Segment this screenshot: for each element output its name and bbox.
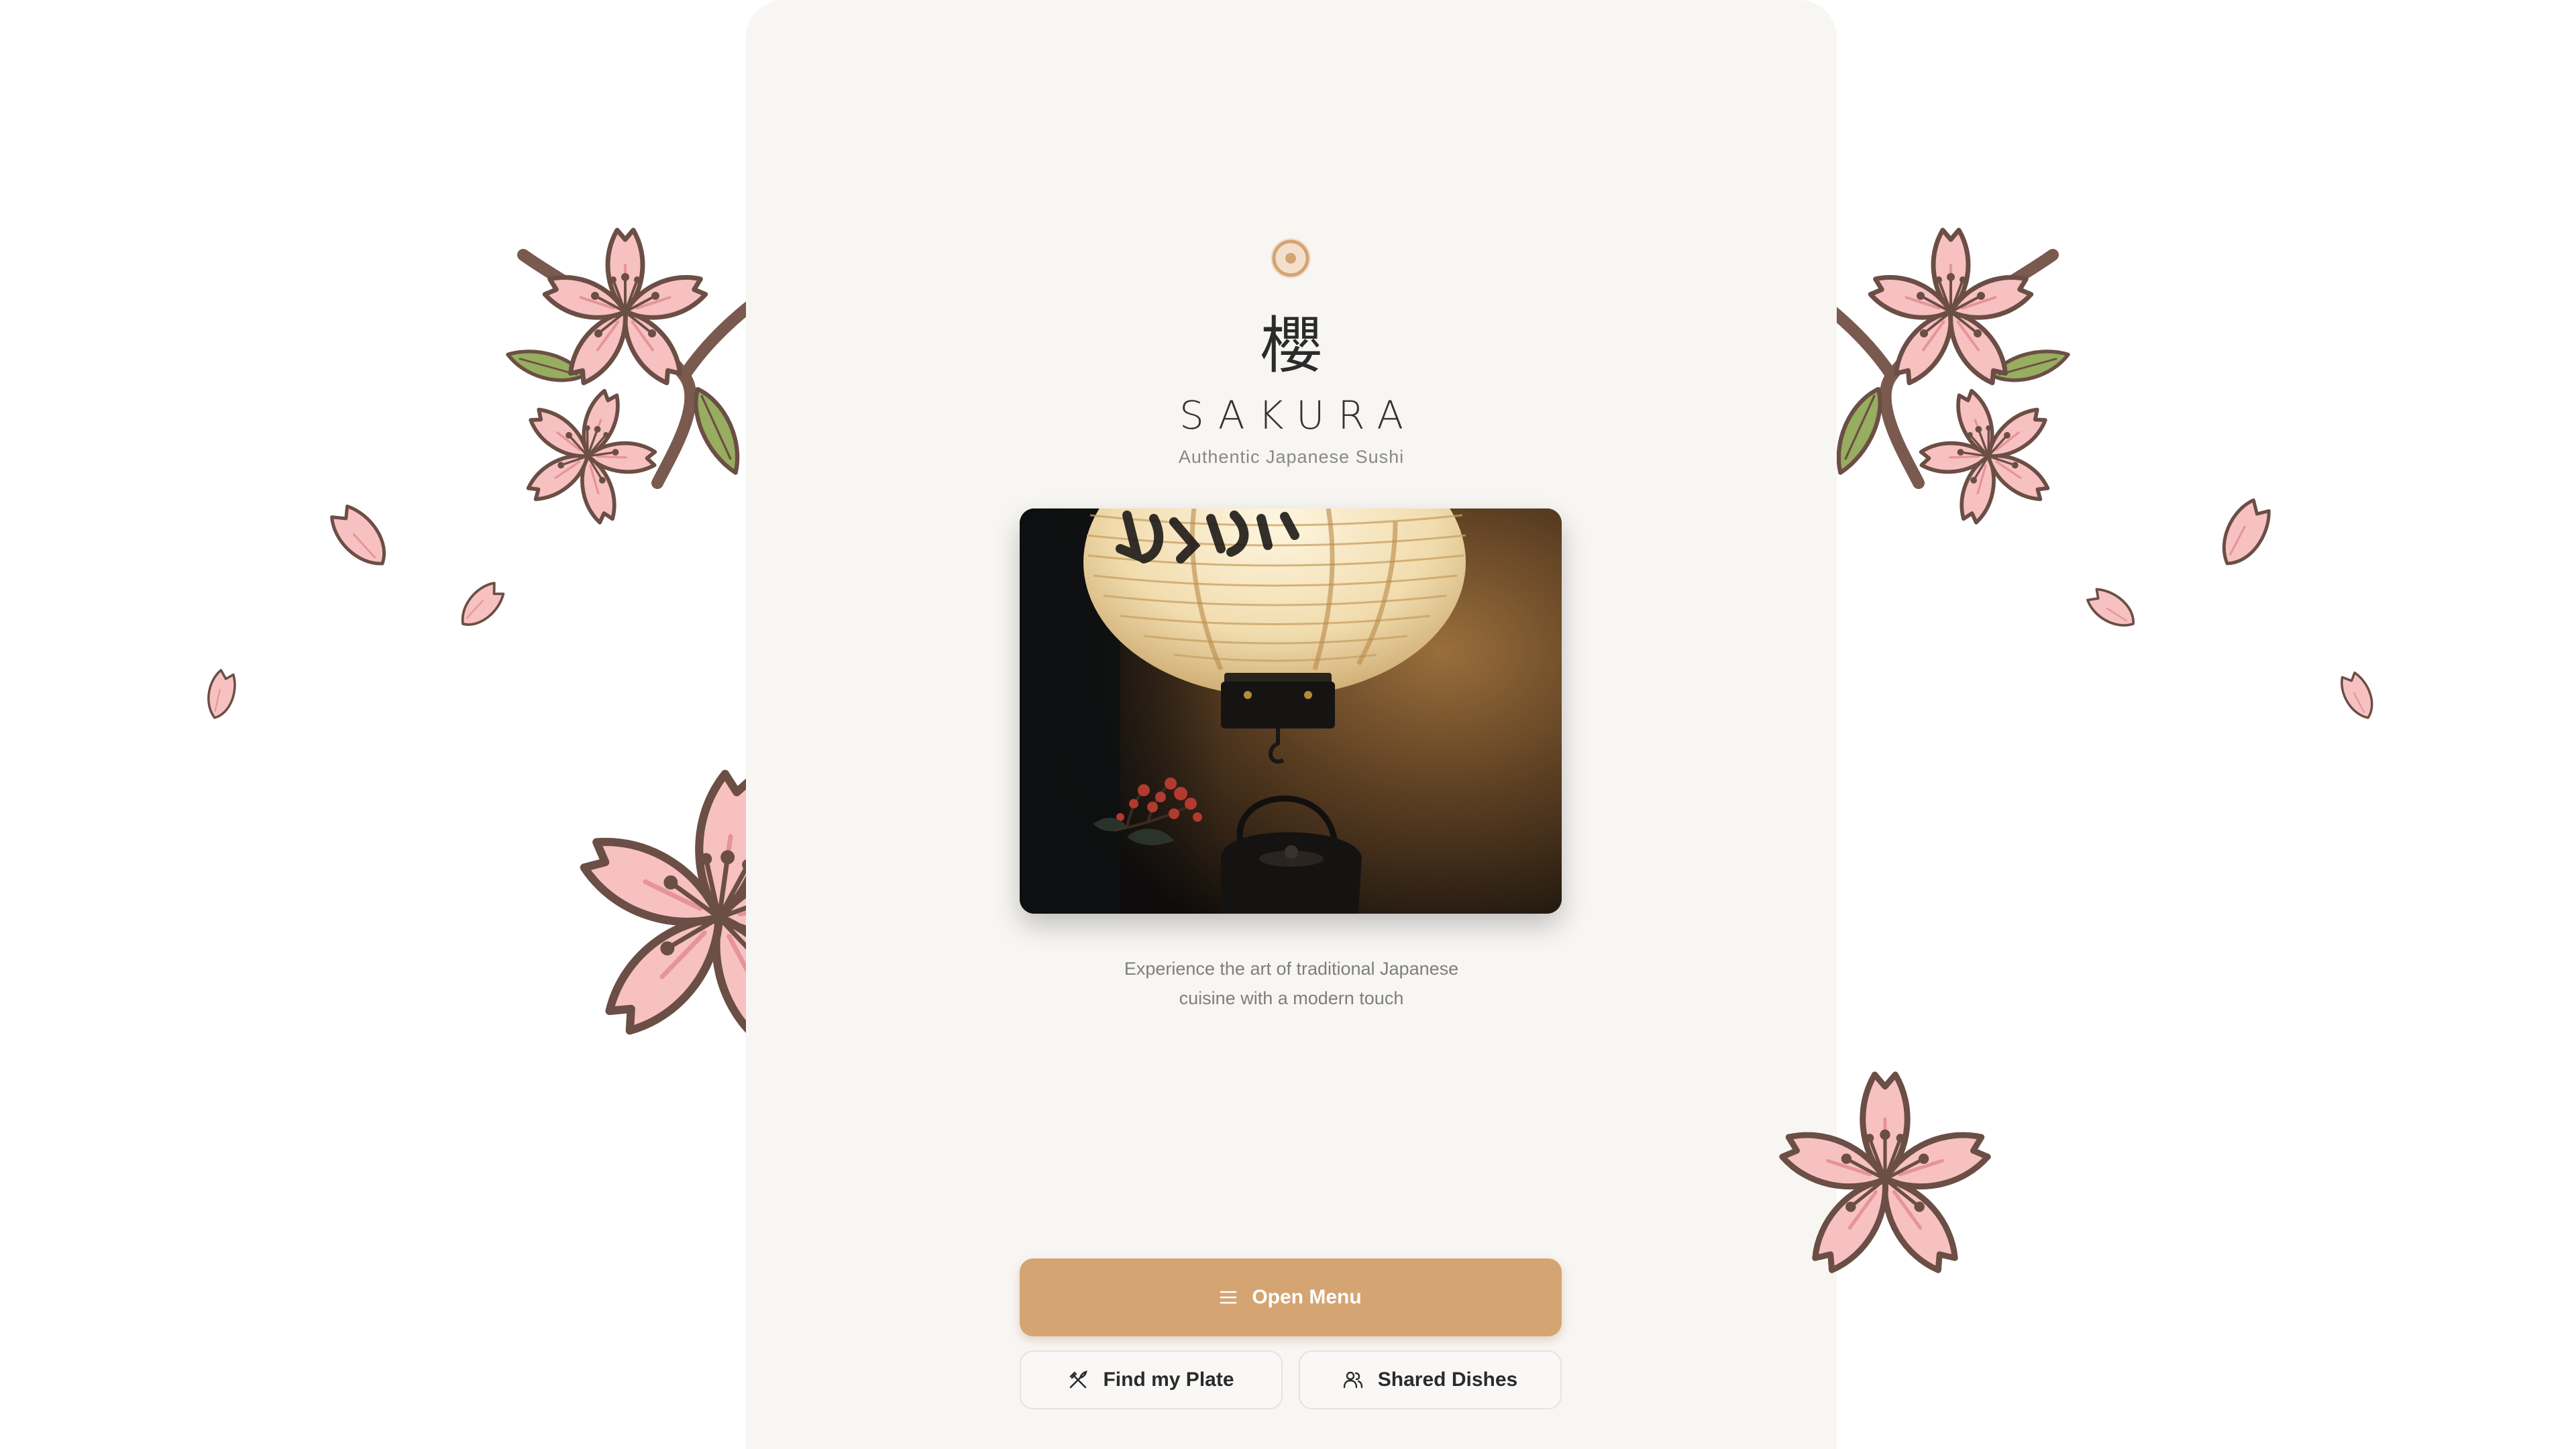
find-my-plate-label: Find my Plate	[1103, 1368, 1234, 1391]
menu-lines-icon	[1220, 1290, 1237, 1305]
welcome-card: 櫻 SAKURA Authentic Japanese Sushi Experi…	[746, 0, 1837, 1449]
open-menu-button[interactable]: Open Menu	[1020, 1258, 1562, 1336]
hero-image-lantern	[1020, 508, 1562, 914]
open-menu-label: Open Menu	[1252, 1286, 1362, 1308]
falling-petal-decoration	[2187, 470, 2321, 604]
logo-kanji: 櫻	[1260, 310, 1322, 382]
falling-petal-decoration	[288, 470, 423, 604]
falling-petal-decoration	[199, 667, 242, 722]
falling-petal-decoration	[2337, 669, 2379, 724]
falling-petal-decoration	[2083, 582, 2142, 637]
restaurant-description: Experience the art of traditional Japane…	[746, 954, 1837, 1013]
find-my-plate-button[interactable]: Find my Plate	[1020, 1350, 1283, 1409]
users-icon	[1343, 1371, 1363, 1389]
falling-petal-decoration	[451, 578, 510, 634]
restaurant-name: SAKURA	[1179, 392, 1417, 438]
page: 櫻 SAKURA Authentic Japanese Sushi Experi…	[0, 0, 2576, 1449]
utensils-crossed-icon	[1068, 1370, 1088, 1390]
description-line: Experience the art of traditional Japane…	[1124, 959, 1459, 979]
shared-dishes-label: Shared Dishes	[1377, 1368, 1518, 1391]
restaurant-tagline: Authentic Japanese Sushi	[1178, 447, 1405, 467]
shared-dishes-button[interactable]: Shared Dishes	[1299, 1350, 1562, 1409]
cherry-blossom-branch-left-decoration	[470, 201, 791, 550]
cherry-blossom-large-right-decoration	[1771, 1067, 1999, 1295]
description-line: cuisine with a modern touch	[1179, 988, 1404, 1008]
